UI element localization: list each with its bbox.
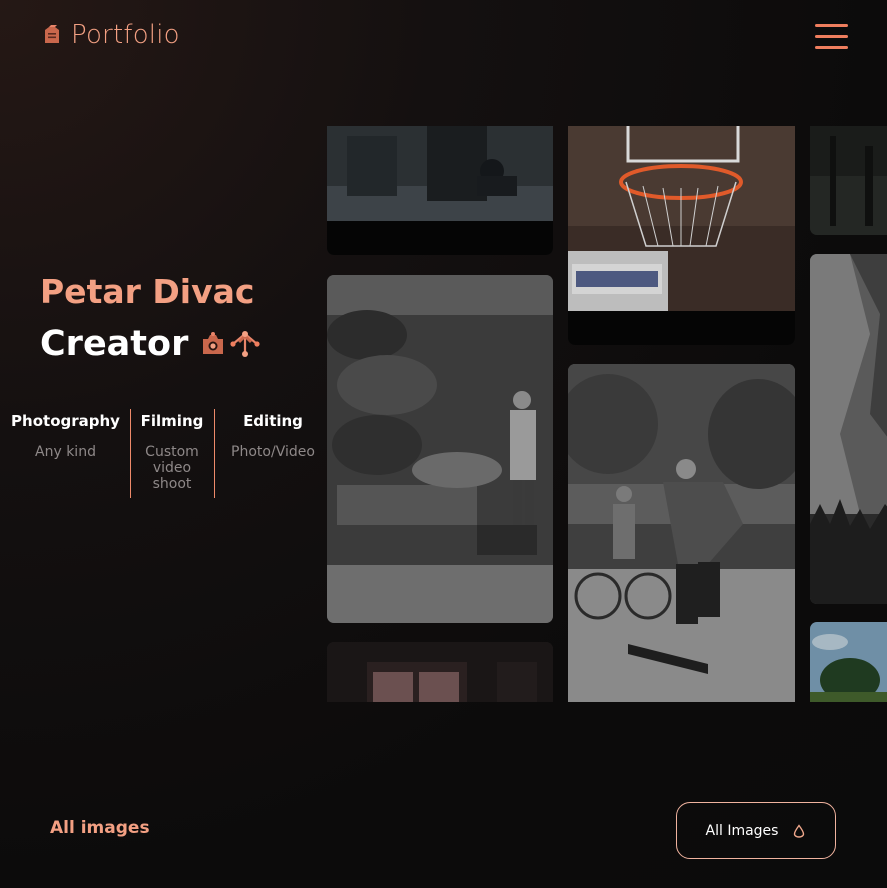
menu-line (815, 24, 848, 27)
droplet-icon (794, 823, 805, 838)
hero-role-text: Creator (40, 324, 189, 364)
hero-name: Petar Divac (40, 272, 255, 311)
service-description: Any kind (35, 444, 96, 460)
site-header: Portfolio (0, 0, 887, 75)
basketball-hoop-photo[interactable] (568, 126, 795, 345)
dark-forest-photo[interactable] (810, 126, 887, 235)
service-description: Custom video shoot (145, 444, 199, 492)
mechanic-workshop-image (327, 275, 553, 623)
hero-section: Petar Divac Creator (40, 272, 260, 364)
service-photography: Photography Any kind (8, 409, 123, 460)
hero-role: Creator (40, 324, 264, 364)
service-description: Photo/Video (231, 444, 315, 460)
street-scene-image (327, 126, 553, 255)
menu-line (815, 46, 848, 49)
basketball-hoop-image (568, 126, 795, 345)
skateboarder-jump-image (568, 364, 795, 702)
service-editing: Editing Photo/Video (218, 409, 328, 460)
service-title: Filming (140, 412, 204, 430)
service-title: Photography (11, 412, 120, 430)
mountain-cliff-image (810, 254, 887, 604)
window-interior-image (327, 642, 553, 702)
camera-icon (203, 332, 224, 354)
logo[interactable]: Portfolio (41, 20, 180, 50)
role-icons (200, 329, 264, 359)
service-divider (214, 409, 215, 498)
vector-nodes-icon (230, 331, 260, 357)
menu-line (815, 35, 848, 38)
hamburger-menu-icon[interactable] (815, 24, 848, 49)
all-images-link[interactable]: All images (50, 818, 150, 838)
mountain-cliff-photo[interactable] (810, 254, 887, 604)
briefcase-icon (45, 25, 59, 43)
image-gallery (327, 126, 887, 702)
tree-sky-photo[interactable] (810, 622, 887, 702)
logo-text: Portfolio (71, 20, 180, 50)
skateboarder-jump-photo[interactable] (568, 364, 795, 702)
service-filming: Filming Custom video shoot (132, 409, 212, 492)
street-scene-photo[interactable] (327, 126, 553, 255)
window-interior-photo[interactable] (327, 642, 553, 702)
dark-forest-image (810, 126, 887, 235)
mechanic-workshop-photo[interactable] (327, 275, 553, 623)
service-title: Editing (243, 412, 303, 430)
service-divider (130, 409, 131, 498)
all-images-button-label: All Images (705, 822, 779, 839)
tree-sky-image (810, 622, 887, 702)
all-images-button[interactable]: All Images (676, 802, 836, 859)
